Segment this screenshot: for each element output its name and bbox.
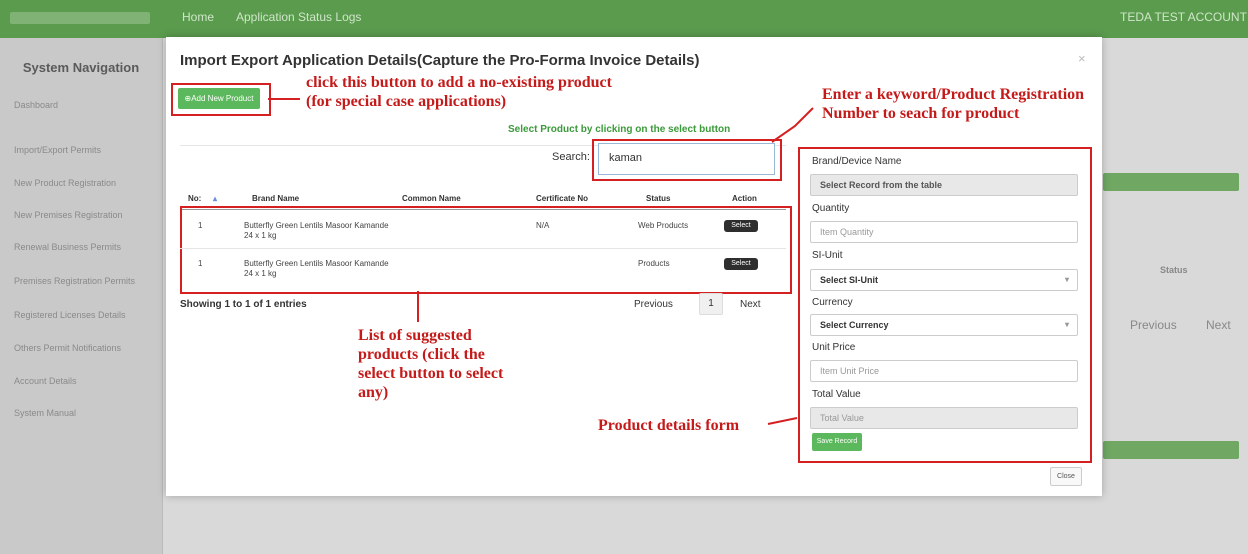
annotation-form: Product details form: [598, 417, 740, 434]
annotation-add-product: click this button to add a no-existing p…: [306, 74, 612, 110]
annotation-search: Enter a keyword/Product Registration Num…: [822, 86, 1085, 122]
annotation-line-search: [771, 107, 814, 143]
annotation-line-form: [767, 417, 798, 425]
annotation-list: List of suggested products (click the se…: [358, 327, 504, 401]
